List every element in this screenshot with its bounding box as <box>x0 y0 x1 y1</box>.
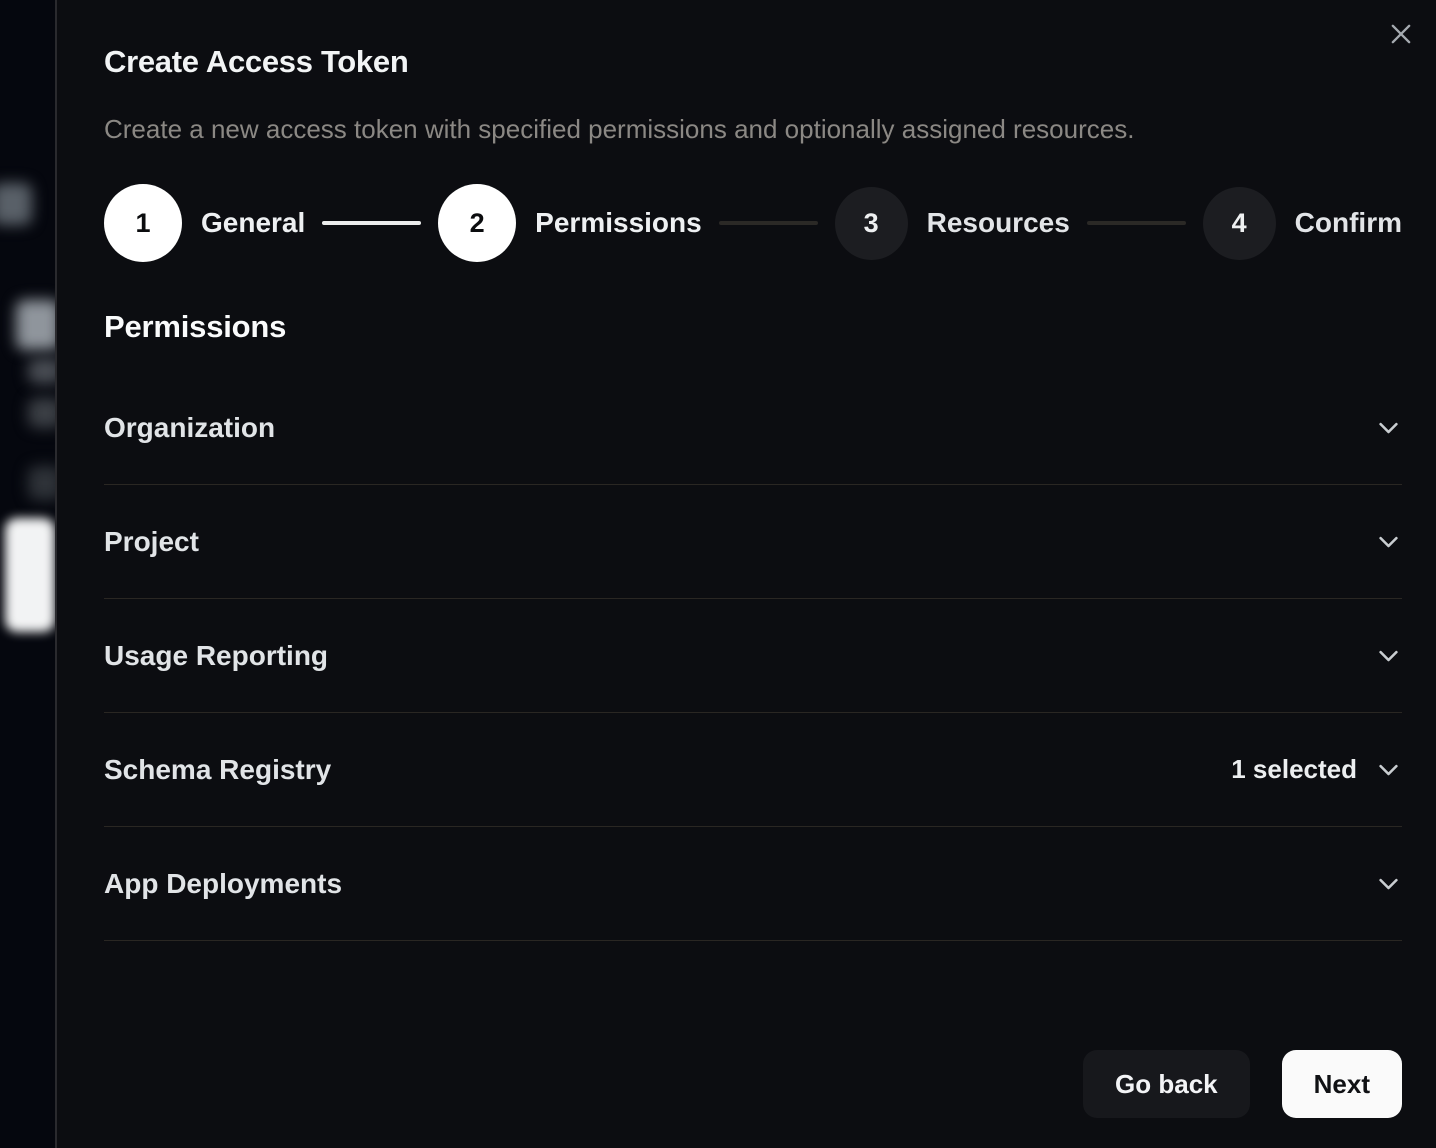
modal-title: Create Access Token <box>104 44 1402 80</box>
accordion-label: Usage Reporting <box>104 640 328 672</box>
wizard-stepper: 1 General 2 Permissions 3 Resources 4 Co… <box>104 183 1402 263</box>
modal-description: Create a new access token with specified… <box>104 114 1402 145</box>
step-confirm[interactable]: 4 Confirm <box>1203 187 1402 260</box>
chevron-down-icon <box>1375 756 1402 783</box>
step-label: Confirm <box>1295 207 1402 239</box>
step-connector <box>322 221 421 225</box>
accordion-row-schema-registry[interactable]: Schema Registry 1 selected <box>104 713 1402 827</box>
permissions-accordion: Organization Project Usage Reporting <box>104 371 1402 941</box>
create-access-token-modal: Create Access Token Create a new access … <box>55 0 1436 1148</box>
permissions-heading: Permissions <box>104 309 1402 345</box>
step-general[interactable]: 1 General <box>104 184 305 262</box>
step-label: General <box>201 207 305 239</box>
chevron-down-icon <box>1375 528 1402 555</box>
chevron-down-icon <box>1375 414 1402 441</box>
step-number-circle: 2 <box>438 184 516 262</box>
step-permissions[interactable]: 2 Permissions <box>438 184 702 262</box>
close-icon[interactable] <box>1385 18 1417 50</box>
accordion-label: Project <box>104 526 199 558</box>
step-number-circle: 3 <box>835 187 908 260</box>
step-connector <box>1087 221 1186 225</box>
step-label: Permissions <box>535 207 702 239</box>
accordion-row-app-deployments[interactable]: App Deployments <box>104 827 1402 941</box>
step-number-circle: 1 <box>104 184 182 262</box>
accordion-label: Schema Registry <box>104 754 331 786</box>
next-button[interactable]: Next <box>1282 1050 1402 1118</box>
background-blur-shape <box>0 183 32 225</box>
accordion-row-organization[interactable]: Organization <box>104 371 1402 485</box>
step-resources[interactable]: 3 Resources <box>835 187 1070 260</box>
background-blur-button <box>5 518 55 632</box>
step-connector <box>719 221 818 225</box>
step-number-circle: 4 <box>1203 187 1276 260</box>
chevron-down-icon <box>1375 642 1402 669</box>
accordion-row-project[interactable]: Project <box>104 485 1402 599</box>
accordion-label: App Deployments <box>104 868 342 900</box>
go-back-button[interactable]: Go back <box>1083 1050 1250 1118</box>
accordion-label: Organization <box>104 412 275 444</box>
selected-count: 1 selected <box>1231 754 1357 785</box>
background-blur-shape <box>16 300 60 350</box>
chevron-down-icon <box>1375 870 1402 897</box>
step-label: Resources <box>927 207 1070 239</box>
modal-footer: Go back Next <box>1083 1050 1402 1118</box>
accordion-row-usage-reporting[interactable]: Usage Reporting <box>104 599 1402 713</box>
